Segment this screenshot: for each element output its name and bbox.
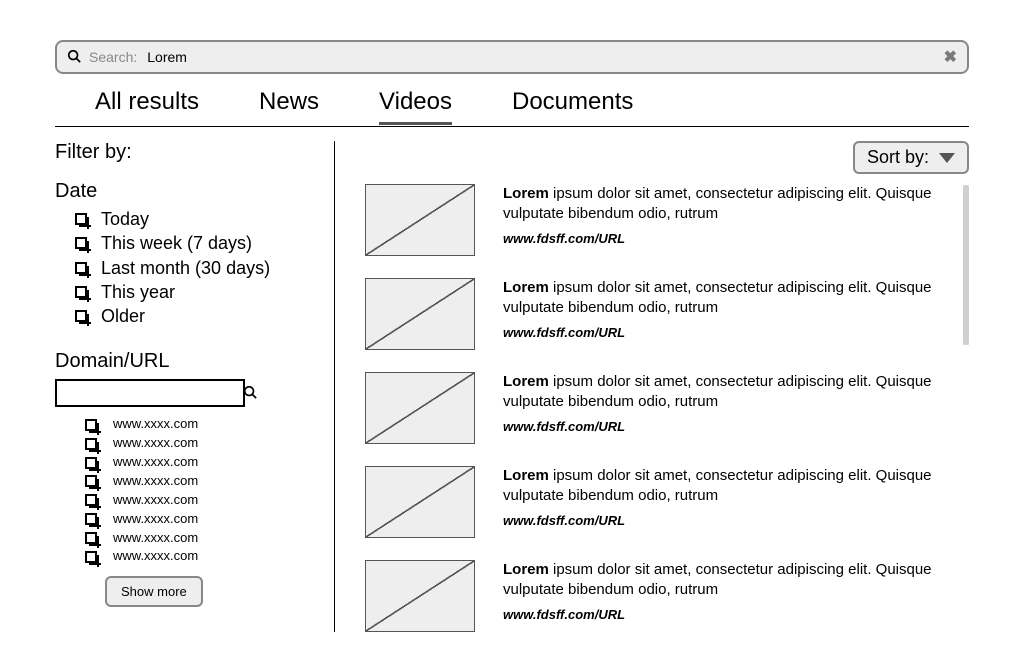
result-url[interactable]: www.fdsff.com/URL xyxy=(503,419,939,434)
domain-search-input[interactable] xyxy=(63,385,243,402)
clear-search-icon[interactable]: ✖ xyxy=(944,47,957,67)
domain-option-label: www.xxxx.com xyxy=(113,529,198,548)
domain-option[interactable]: www.xxxx.com xyxy=(85,510,314,529)
result-item[interactable]: Lorem ipsum dolor sit amet, consectetur … xyxy=(365,466,939,538)
result-item[interactable]: Lorem ipsum dolor sit amet, consectetur … xyxy=(365,560,939,632)
date-option[interactable]: Last month (30 days) xyxy=(75,256,314,280)
chevron-down-icon xyxy=(939,153,955,163)
domain-option[interactable]: www.xxxx.com xyxy=(85,472,314,491)
thumbnail-placeholder xyxy=(365,466,475,538)
scrollbar[interactable] xyxy=(963,185,969,345)
date-option[interactable]: This year xyxy=(75,280,314,304)
date-option-label: This week (7 days) xyxy=(101,231,252,255)
results-panel: Sort by: Lorem ipsum dolor sit amet, con… xyxy=(335,141,969,632)
domain-option-label: www.xxxx.com xyxy=(113,415,198,434)
date-option-label: This year xyxy=(101,280,175,304)
date-option[interactable]: Older xyxy=(75,304,314,328)
result-snippet: Lorem ipsum dolor sit amet, consectetur … xyxy=(503,372,939,413)
domain-search-box xyxy=(55,379,245,407)
domain-option-label: www.xxxx.com xyxy=(113,491,198,510)
domain-option-label: www.xxxx.com xyxy=(113,547,198,566)
date-option[interactable]: This week (7 days) xyxy=(75,231,314,255)
domain-filter-list: www.xxxx.com www.xxxx.com www.xxxx.com w… xyxy=(55,415,314,566)
search-bar: Search: ✖ xyxy=(55,40,969,74)
sort-label: Sort by: xyxy=(867,147,929,168)
domain-option[interactable]: www.xxxx.com xyxy=(85,529,314,548)
result-tabs: All results News Videos Documents xyxy=(55,74,969,127)
checkbox-icon[interactable] xyxy=(85,457,97,469)
domain-option[interactable]: www.xxxx.com xyxy=(85,415,314,434)
tab-all-results[interactable]: All results xyxy=(95,88,199,125)
filter-title: Filter by: xyxy=(55,141,314,164)
checkbox-icon[interactable] xyxy=(75,237,87,249)
checkbox-icon[interactable] xyxy=(85,438,97,450)
checkbox-icon[interactable] xyxy=(75,286,87,298)
checkbox-icon[interactable] xyxy=(85,551,97,563)
thumbnail-placeholder xyxy=(365,560,475,632)
tab-documents[interactable]: Documents xyxy=(512,88,633,125)
result-item[interactable]: Lorem ipsum dolor sit amet, consectetur … xyxy=(365,372,939,444)
date-option-label: Last month (30 days) xyxy=(101,256,270,280)
search-prefix: Search: xyxy=(89,49,137,65)
result-snippet: Lorem ipsum dolor sit amet, consectetur … xyxy=(503,560,939,601)
domain-option-label: www.xxxx.com xyxy=(113,434,198,453)
checkbox-icon[interactable] xyxy=(75,262,87,274)
checkbox-icon[interactable] xyxy=(75,310,87,322)
tab-underline xyxy=(55,126,969,127)
search-icon[interactable] xyxy=(243,385,257,402)
date-heading: Date xyxy=(55,180,314,203)
domain-option[interactable]: www.xxxx.com xyxy=(85,434,314,453)
search-icon xyxy=(67,49,81,66)
result-url[interactable]: www.fdsff.com/URL xyxy=(503,325,939,340)
checkbox-icon[interactable] xyxy=(75,213,87,225)
date-filter-list: Today This week (7 days) Last month (30 … xyxy=(55,207,314,328)
filter-sidebar: Filter by: Date Today This week (7 days)… xyxy=(55,141,335,632)
result-item[interactable]: Lorem ipsum dolor sit amet, consectetur … xyxy=(365,184,939,256)
domain-option[interactable]: www.xxxx.com xyxy=(85,491,314,510)
sort-dropdown[interactable]: Sort by: xyxy=(853,141,969,174)
tab-videos[interactable]: Videos xyxy=(379,88,452,125)
checkbox-icon[interactable] xyxy=(85,532,97,544)
date-option-label: Today xyxy=(101,207,149,231)
results-list: Lorem ipsum dolor sit amet, consectetur … xyxy=(365,184,969,632)
show-more-button[interactable]: Show more xyxy=(105,576,203,607)
result-url[interactable]: www.fdsff.com/URL xyxy=(503,231,939,246)
checkbox-icon[interactable] xyxy=(85,419,97,431)
domain-option[interactable]: www.xxxx.com xyxy=(85,453,314,472)
domain-heading: Domain/URL xyxy=(55,350,314,373)
thumbnail-placeholder xyxy=(365,184,475,256)
result-snippet: Lorem ipsum dolor sit amet, consectetur … xyxy=(503,466,939,507)
tab-news[interactable]: News xyxy=(259,88,319,125)
checkbox-icon[interactable] xyxy=(85,513,97,525)
date-option[interactable]: Today xyxy=(75,207,314,231)
search-input[interactable] xyxy=(145,48,935,66)
result-url[interactable]: www.fdsff.com/URL xyxy=(503,513,939,528)
checkbox-icon[interactable] xyxy=(85,475,97,487)
result-item[interactable]: Lorem ipsum dolor sit amet, consectetur … xyxy=(365,278,939,350)
thumbnail-placeholder xyxy=(365,372,475,444)
domain-option-label: www.xxxx.com xyxy=(113,472,198,491)
domain-option[interactable]: www.xxxx.com xyxy=(85,547,314,566)
checkbox-icon[interactable] xyxy=(85,494,97,506)
result-snippet: Lorem ipsum dolor sit amet, consectetur … xyxy=(503,184,939,225)
domain-option-label: www.xxxx.com xyxy=(113,453,198,472)
domain-option-label: www.xxxx.com xyxy=(113,510,198,529)
thumbnail-placeholder xyxy=(365,278,475,350)
result-url[interactable]: www.fdsff.com/URL xyxy=(503,607,939,622)
date-option-label: Older xyxy=(101,304,145,328)
result-snippet: Lorem ipsum dolor sit amet, consectetur … xyxy=(503,278,939,319)
